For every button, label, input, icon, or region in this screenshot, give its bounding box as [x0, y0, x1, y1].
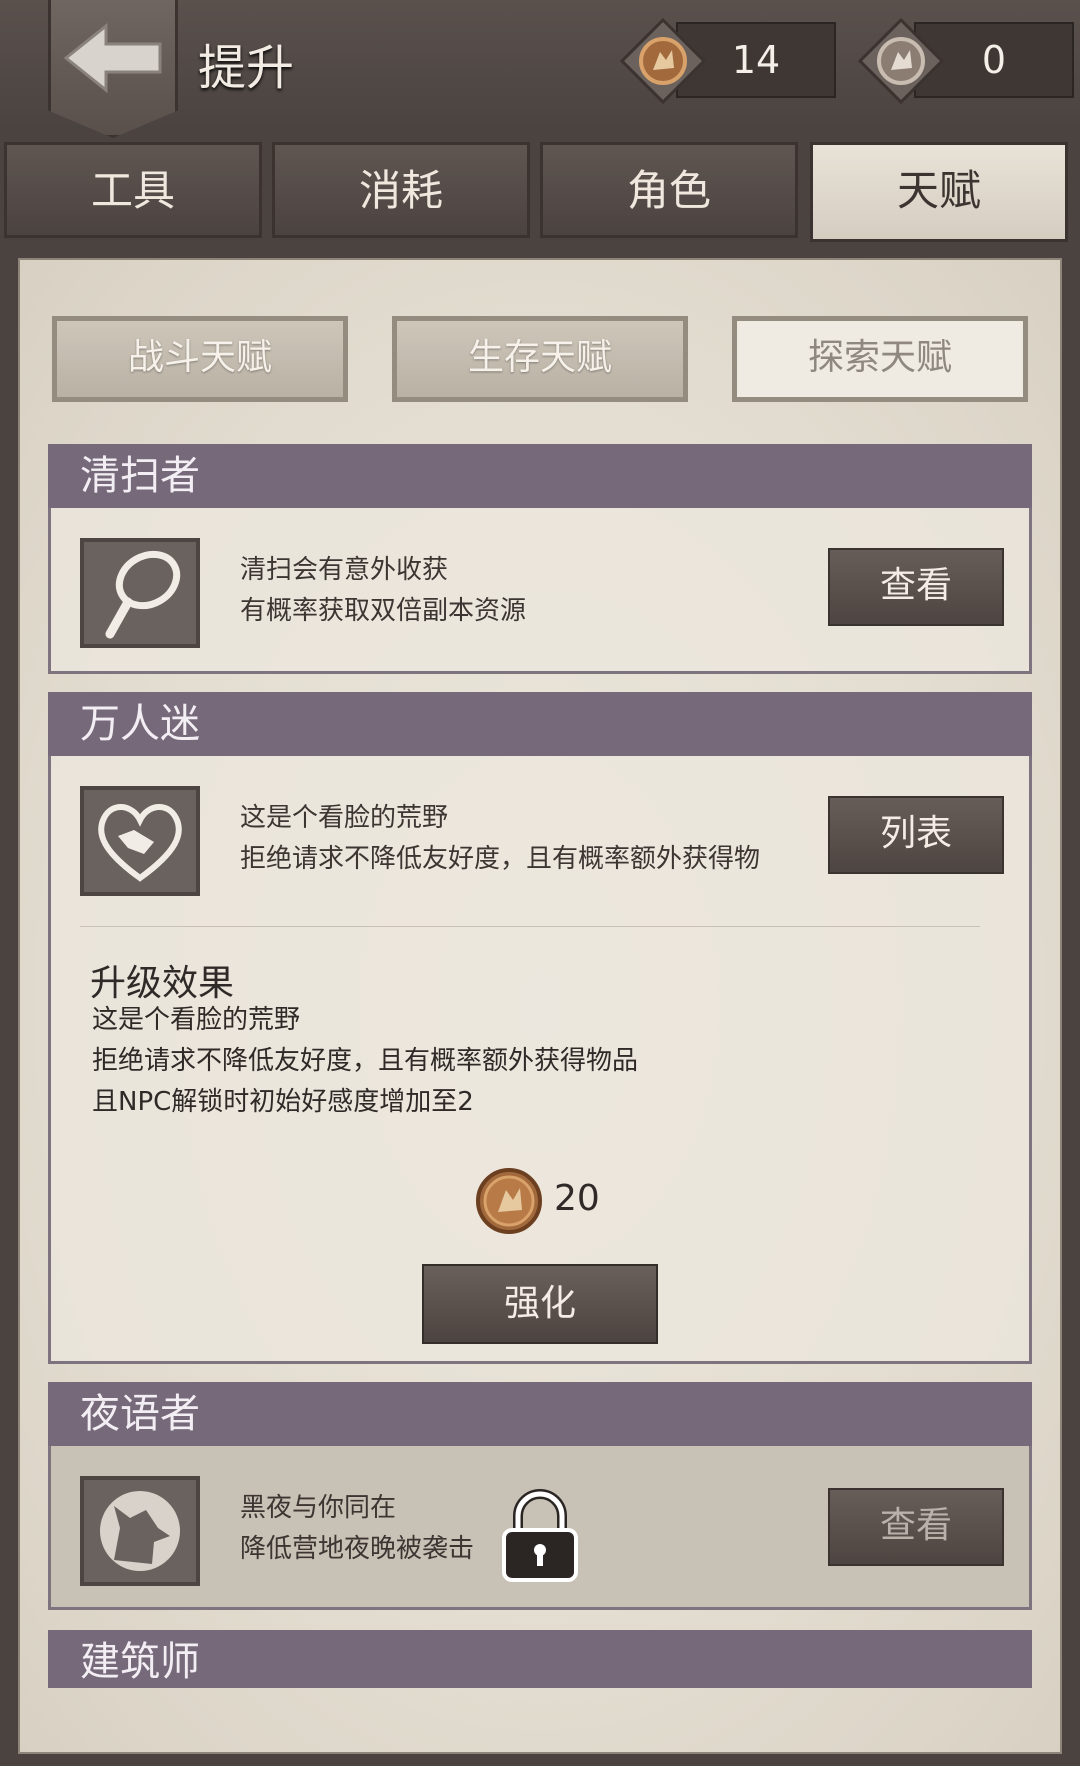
desc-line: 黑夜与你同在 — [240, 1493, 397, 1523]
wolf-howl-icon — [100, 1491, 180, 1571]
subtab-survival-talent[interactable]: 生存天赋 — [392, 316, 688, 402]
talent-desc-night-whisperer: 黑夜与你同在 降低营地夜晚被袭击 — [240, 1488, 474, 1570]
list-button[interactable]: 列表 — [828, 796, 1004, 874]
upgrade-line: 拒绝请求不降低友好度，且有概率额外获得物品 — [92, 1046, 639, 1076]
upgrade-effect-title: 升级效果 — [90, 963, 235, 1004]
back-arrow-icon[interactable] — [62, 22, 166, 94]
desc-line: 清扫会有意外收获 — [240, 555, 449, 585]
magnifier-icon — [105, 550, 181, 639]
wolf-icon-box — [80, 1476, 200, 1586]
upgrade-line: 且NPC解锁时初始好感度增加至2 — [92, 1087, 474, 1117]
wolf-coin-icon — [620, 18, 706, 104]
talent-desc-charmer: 这是个看脸的荒野 拒绝请求不降低友好度，且有概率额外获得物 — [240, 798, 760, 880]
main-tabs: 工具 消耗 角色 天赋 — [0, 142, 1080, 242]
talent-header-architect: 建筑师 — [48, 1630, 1032, 1688]
wolf-coin-icon — [858, 18, 944, 104]
tab-talent[interactable]: 天赋 — [810, 142, 1068, 242]
desc-line: 降低营地夜晚被袭击 — [240, 1534, 475, 1564]
upgrade-cost: 20 — [474, 1166, 600, 1236]
currency-display-1: 14 — [620, 18, 840, 104]
desc-line: 拒绝请求不降低友好度，且有概率额外获得物 — [240, 844, 761, 874]
enhance-button[interactable]: 强化 — [422, 1264, 658, 1344]
subtab-explore-talent[interactable]: 探索天赋 — [732, 316, 1028, 402]
desc-line: 有概率获取双倍副本资源 — [240, 596, 527, 626]
heart-handshake-icon — [98, 804, 182, 882]
talent-header-night-whisperer: 夜语者 — [48, 1382, 1032, 1446]
section-divider — [80, 926, 980, 927]
cost-value: 20 — [554, 1178, 600, 1219]
talent-desc-sweeper: 清扫会有意外收获 有概率获取双倍副本资源 — [240, 550, 526, 632]
wolf-coin-icon — [476, 1168, 542, 1234]
tab-tools[interactable]: 工具 — [4, 142, 262, 238]
talent-header-sweeper: 清扫者 — [48, 444, 1032, 508]
view-button[interactable]: 查看 — [828, 548, 1004, 626]
heart-icon-box — [80, 786, 200, 896]
magnifier-icon-box — [80, 538, 200, 648]
subtab-combat-talent[interactable]: 战斗天赋 — [52, 316, 348, 402]
tab-character[interactable]: 角色 — [540, 142, 798, 238]
tab-consumables[interactable]: 消耗 — [272, 142, 530, 238]
talent-header-charmer: 万人迷 — [48, 692, 1032, 756]
lock-icon — [502, 1489, 578, 1582]
page-title: 提升 — [198, 40, 295, 96]
view-button[interactable]: 查看 — [828, 1488, 1004, 1566]
upgrade-effect-text: 这是个看脸的荒野 拒绝请求不降低友好度，且有概率额外获得物品 且NPC解锁时初始… — [92, 1000, 638, 1123]
currency-display-2: 0 — [858, 18, 1078, 104]
upgrade-line: 这是个看脸的荒野 — [92, 1005, 301, 1035]
desc-line: 这是个看脸的荒野 — [240, 803, 449, 833]
